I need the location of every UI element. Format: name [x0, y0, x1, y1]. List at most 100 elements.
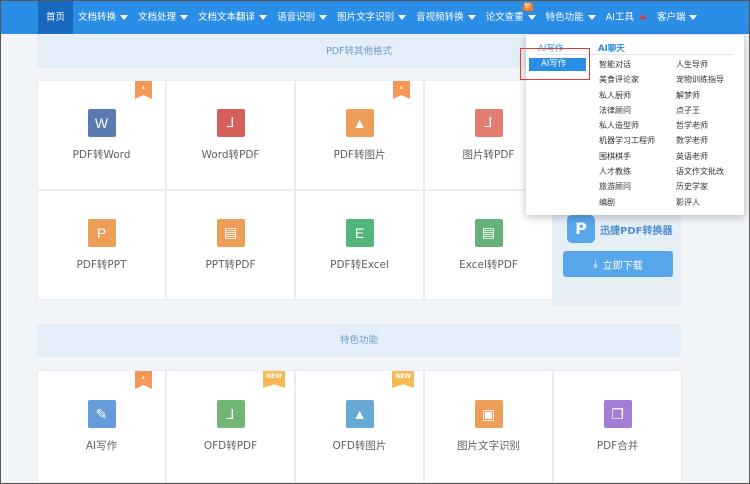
- tool-card-label: OFD转图片: [332, 440, 387, 452]
- pdf-doc-icon: ⅃: [474, 108, 503, 137]
- dd-menu-item[interactable]: 点子王: [676, 105, 724, 120]
- nav-item-label: 文档转换: [78, 12, 117, 23]
- tool-card[interactable]: P PDF转PPT: [37, 190, 166, 300]
- nav-item-label: 特色功能: [545, 12, 584, 23]
- tool-card-label: PDF转Excel: [330, 258, 389, 271]
- dd-menu-item[interactable]: 围棋棋手: [599, 151, 655, 166]
- dd-menu-item[interactable]: 编剧: [599, 197, 655, 212]
- tool-card[interactable]: ❐ PDF合并: [553, 370, 682, 483]
- pdf-tools-grid: W PDF转Word 🔥 ⅃ Word转PDF ▲ PDF转图片 🔥 ⅃ 图片转PDF P PDF转P…: [37, 80, 553, 300]
- tool-card[interactable]: W PDF转Word 🔥: [37, 80, 166, 190]
- dd-menu-item[interactable]: 智能对话: [599, 59, 655, 74]
- nav-item-9[interactable]: AI工具: [601, 1, 652, 34]
- tool-card-label: OFD转PDF: [203, 440, 258, 452]
- nav-item-1[interactable]: 文档转换: [73, 1, 133, 34]
- tool-card-label: PDF转Word: [72, 148, 131, 161]
- tool-card-label: Word转PDF: [201, 148, 260, 161]
- chevron-down-icon: [319, 15, 328, 20]
- new-badge: 新: [522, 3, 533, 11]
- highlight-box: [520, 48, 590, 80]
- ofd-image-icon: ▲: [345, 400, 374, 428]
- dd-menu-item[interactable]: 解梦师: [676, 90, 724, 105]
- dd-menu-item[interactable]: 数学老师: [676, 135, 724, 150]
- excel-pdf-icon: ▤: [474, 218, 503, 247]
- dd-menu-item[interactable]: 人才教练: [599, 166, 655, 181]
- section-special: 特色功能: [37, 324, 681, 357]
- dd-menu-item[interactable]: 历史学家: [676, 181, 724, 196]
- tool-card-label: PPT转PDF: [205, 258, 256, 271]
- tool-card-label: Excel转PDF: [459, 258, 518, 271]
- tool-card-label: PDF合并: [596, 440, 639, 452]
- tool-card-label: 图片文字识别: [457, 440, 520, 452]
- nav-item-5[interactable]: 图片文字识别: [332, 1, 411, 34]
- chevron-down-icon: [120, 15, 129, 20]
- tool-card-label: PDF转PPT: [76, 258, 127, 271]
- nav-item-3[interactable]: 文档文本翻译: [193, 1, 272, 34]
- dd-menu-item[interactable]: 哲学老师: [676, 120, 724, 135]
- dd-menu-item[interactable]: 私人厨师: [599, 90, 655, 105]
- tool-card[interactable]: ▣ 图片文字识别: [424, 370, 553, 483]
- dd-menu-item[interactable]: 语文作文批改: [676, 166, 724, 181]
- pdf-icon: ⅃: [216, 108, 245, 137]
- hot-badge-icon: 🔥: [135, 371, 152, 389]
- chevron-down-icon: [398, 15, 407, 20]
- promo-title: 迅捷PDF转换器: [600, 226, 673, 237]
- chevron-down-icon: [180, 15, 189, 20]
- tool-card[interactable]: ▤ PPT转PDF: [166, 190, 295, 300]
- dd-menu-item[interactable]: 机器学习工程师: [599, 135, 655, 150]
- dd-menu-item[interactable]: 英语老师: [676, 151, 724, 166]
- dd-menu-item[interactable]: 宠物训练指导: [676, 74, 724, 89]
- tool-card[interactable]: ⅃ OFD转PDF NEW: [166, 370, 295, 483]
- chevron-down-icon: [587, 15, 596, 20]
- dd-menu-item[interactable]: 影评人: [676, 197, 724, 212]
- image-icon: ▲: [345, 108, 374, 137]
- hot-badge-icon: 🔥: [393, 81, 410, 99]
- chevron-up-icon: [638, 13, 647, 19]
- new-badge: NEW: [392, 371, 414, 388]
- nav-item-8[interactable]: 特色功能: [541, 1, 601, 34]
- dd-column-1: 智能对话 美食评论家 私人厨师 法律顾问 私人造型师 机器学习工程师 围棋棋手 人才教练 旅游顾…: [599, 59, 655, 212]
- pen-icon: ✎: [87, 400, 116, 428]
- nav-item-7[interactable]: 论文查重新: [481, 1, 541, 34]
- dd-menu-item[interactable]: 旅游顾问: [599, 181, 655, 196]
- tool-card-label: AI写作: [85, 440, 118, 452]
- dd-menu-item[interactable]: 私人造型师: [599, 120, 655, 135]
- nav-item-label: 语音识别: [277, 12, 316, 23]
- nav-item-label: AI工具: [605, 12, 634, 23]
- download-button[interactable]: ⤓ 立即下载: [563, 251, 673, 277]
- chevron-down-icon: [467, 15, 476, 20]
- dd-menu-item[interactable]: 人生导师: [676, 59, 724, 74]
- nav-item-4[interactable]: 语音识别: [272, 1, 332, 34]
- merge-icon: ❐: [603, 400, 632, 428]
- top-nav: 首页 文档转换 文档处理 文档文本翻译 语音识别 图片文字识别 音视频转换 论文查重新特色功能…: [1, 1, 749, 34]
- tool-card[interactable]: ⅃ Word转PDF: [166, 80, 295, 190]
- word-icon: W: [87, 108, 116, 137]
- hot-badge-icon: 🔥: [135, 81, 152, 99]
- nav-item-label: 文档处理: [138, 12, 177, 23]
- app-logo: P: [567, 215, 595, 243]
- tool-card[interactable]: ✎ AI写作 🔥: [37, 370, 166, 483]
- chevron-down-icon: [259, 15, 268, 20]
- dd-column-2: 人生导师 宠物训练指导 解梦师 点子王 哲学老师 数学老师 英语老师 语文作文批改 历史学家 影评…: [676, 59, 724, 212]
- chevron-down-icon: [527, 15, 536, 20]
- tool-card[interactable]: ▲ OFD转图片 NEW: [295, 370, 424, 483]
- nav-item-0[interactable]: 首页: [38, 1, 74, 34]
- excel-icon: E: [345, 218, 374, 247]
- nav-item-10[interactable]: 客户端: [652, 1, 703, 34]
- tool-card[interactable]: E PDF转Excel: [295, 190, 424, 300]
- chevron-down-icon: [689, 15, 698, 20]
- nav-item-label: 文档文本翻译: [198, 12, 256, 23]
- ppt-pdf-icon: ▤: [216, 218, 245, 247]
- dd-menu-item[interactable]: 法律顾问: [599, 105, 655, 120]
- nav-item-label: 客户端: [656, 12, 686, 23]
- nav-menu: 首页 文档转换 文档处理 文档文本翻译 语音识别 图片文字识别 音视频转换 论文查重新特色功能…: [38, 1, 702, 34]
- nav-item-label: 音视频转换: [416, 12, 464, 23]
- nav-item-6[interactable]: 音视频转换: [411, 1, 481, 34]
- tool-card[interactable]: ▲ PDF转图片 🔥: [295, 80, 424, 190]
- dd-tab-ai-chat[interactable]: AI聊天: [598, 42, 625, 54]
- nav-item-2[interactable]: 文档处理: [133, 1, 193, 34]
- tool-card-label: 图片转PDF: [462, 148, 515, 161]
- dd-menu-item[interactable]: 美食评论家: [599, 74, 655, 89]
- ppt-icon: P: [87, 218, 116, 247]
- new-badge: NEW: [263, 371, 285, 388]
